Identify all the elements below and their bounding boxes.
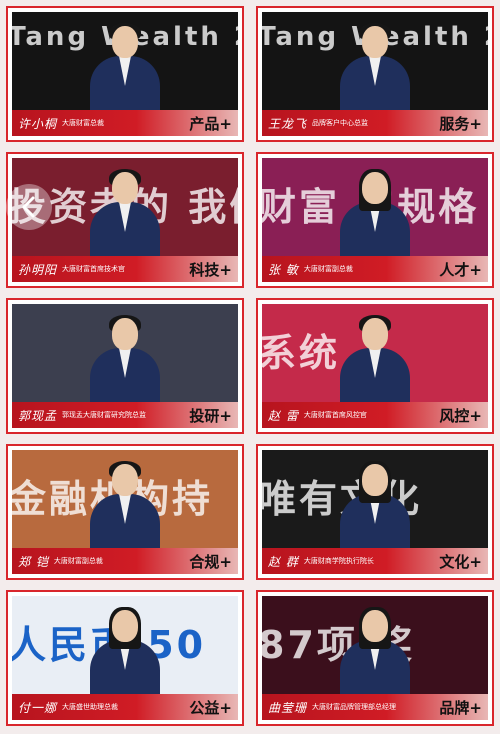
speaker-figure xyxy=(90,169,160,262)
speaker-figure xyxy=(340,461,410,554)
speaker-title: 大唐财商学院执行院长 xyxy=(303,557,374,565)
speaker-name: 孙明阳 xyxy=(18,262,58,277)
speaker-name: 曲莹珊 xyxy=(268,700,308,715)
caption-bar: 郭现孟 郭现孟大唐财富研究院总监 投研+ xyxy=(12,402,238,428)
topic-tag: 风控+ xyxy=(439,407,482,425)
profile-photo: 金融机构持郑 铠大唐财富副总裁合规+ xyxy=(12,450,238,574)
carousel-prev-button[interactable] xyxy=(6,184,52,230)
speaker-name: 郭现孟 xyxy=(18,408,58,423)
speaker-figure xyxy=(340,23,410,116)
caption-bar: 付一娜 大唐盛世助理总裁 公益+ xyxy=(12,694,238,720)
topic-tag: 合规+ xyxy=(189,553,232,571)
speaker-figure xyxy=(90,461,160,554)
profile-card[interactable]: 系统赵 雷大唐财富首席风控官 风控+ xyxy=(256,298,494,434)
speaker-name: 王龙飞 xyxy=(268,116,308,131)
profile-photo: 系统赵 雷大唐财富首席风控官 风控+ xyxy=(262,304,488,428)
profile-grid: Tang Wealth 2011-2021许小桐大唐财富总裁产品+Tang We… xyxy=(0,0,500,734)
caption-bar: 王龙飞 品牌客户中心总监 服务+ xyxy=(262,110,488,136)
topic-tag: 文化+ xyxy=(439,553,482,571)
speaker-title: 大唐财富副总裁 xyxy=(303,265,353,273)
profile-card[interactable]: Tang Wealth 2011-2021许小桐大唐财富总裁产品+ xyxy=(6,6,244,142)
caption-bar: 许小桐 大唐财富总裁 产品+ xyxy=(12,110,238,136)
speaker-figure xyxy=(340,169,410,262)
speaker-name: 郑 铠 xyxy=(18,554,49,569)
caption-bar: 曲莹珊 大唐财富品牌管理部总经理 品牌+ xyxy=(262,694,488,720)
speaker-name: 付一娜 xyxy=(18,700,58,715)
profile-card[interactable]: 郭现孟 郭现孟大唐财富研究院总监 投研+ xyxy=(6,298,244,434)
speaker-name: 许小桐 xyxy=(18,116,58,131)
topic-tag: 产品+ xyxy=(189,115,232,133)
profile-card[interactable]: 87项 奖曲莹珊 大唐财富品牌管理部总经理 品牌+ xyxy=(256,590,494,726)
caption-bar: 赵 雷大唐财富首席风控官 风控+ xyxy=(262,402,488,428)
speaker-name: 赵 群 xyxy=(268,554,299,569)
chevron-left-icon xyxy=(22,196,35,218)
speaker-title: 大唐盛世助理总裁 xyxy=(62,703,119,711)
caption-bar: 郑 铠大唐财富副总裁 合规+ xyxy=(12,548,238,574)
speaker-title: 大唐财富首席风控官 xyxy=(303,411,367,419)
profile-photo: 87项 奖曲莹珊 大唐财富品牌管理部总经理 品牌+ xyxy=(262,596,488,720)
speaker-title: 大唐财富品牌管理部总经理 xyxy=(312,703,397,711)
speaker-figure xyxy=(340,607,410,700)
profile-photo: Tang Wealth 2011-2021王龙飞品牌客户中心总监服务+ xyxy=(262,12,488,136)
topic-tag: 服务+ xyxy=(439,115,482,133)
profile-photo: 郭现孟 郭现孟大唐财富研究院总监 投研+ xyxy=(12,304,238,428)
topic-tag: 科技+ xyxy=(189,261,232,279)
speaker-name: 张 敏 xyxy=(268,262,299,277)
speaker-title: 大唐财富副总裁 xyxy=(53,557,103,565)
profile-photo: 财富 工规格张 敏大唐财富副总裁 人才+ xyxy=(262,158,488,282)
topic-tag: 公益+ xyxy=(189,699,232,717)
profile-card[interactable]: 财富 工规格张 敏大唐财富副总裁 人才+ xyxy=(256,152,494,288)
profile-card[interactable]: Tang Wealth 2011-2021王龙飞品牌客户中心总监服务+ xyxy=(256,6,494,142)
speaker-name: 赵 雷 xyxy=(268,408,299,423)
caption-bar: 赵 群大唐财商学院执行院长 文化+ xyxy=(262,548,488,574)
profile-photo: 人民币 50 付一娜 大唐盛世助理总裁 公益+ xyxy=(12,596,238,720)
profile-photo: 唯有文化赵 群大唐财商学院执行院长 文化+ xyxy=(262,450,488,574)
speaker-title: 郭现孟大唐财富研究院总监 xyxy=(62,411,147,419)
topic-tag: 品牌+ xyxy=(439,699,482,717)
speaker-title: 大唐财富总裁 xyxy=(62,119,105,127)
profile-photo: Tang Wealth 2011-2021许小桐大唐财富总裁产品+ xyxy=(12,12,238,136)
profile-card[interactable]: 人民币 50 付一娜 大唐盛世助理总裁 公益+ xyxy=(6,590,244,726)
speaker-figure xyxy=(90,23,160,116)
speaker-title: 大唐财富首席技术官 xyxy=(62,265,126,273)
caption-bar: 孙明阳 大唐财富首席技术官 科技+ xyxy=(12,256,238,282)
speaker-figure xyxy=(90,315,160,408)
profile-card[interactable]: 金融机构持郑 铠大唐财富副总裁合规+ xyxy=(6,444,244,580)
speaker-figure xyxy=(340,315,410,408)
topic-tag: 投研+ xyxy=(189,407,232,425)
speaker-title: 品牌客户中心总监 xyxy=(312,119,369,127)
caption-bar: 张 敏大唐财富副总裁 人才+ xyxy=(262,256,488,282)
profile-card[interactable]: 唯有文化赵 群大唐财商学院执行院长 文化+ xyxy=(256,444,494,580)
speaker-figure xyxy=(90,607,160,700)
topic-tag: 人才+ xyxy=(439,261,482,279)
